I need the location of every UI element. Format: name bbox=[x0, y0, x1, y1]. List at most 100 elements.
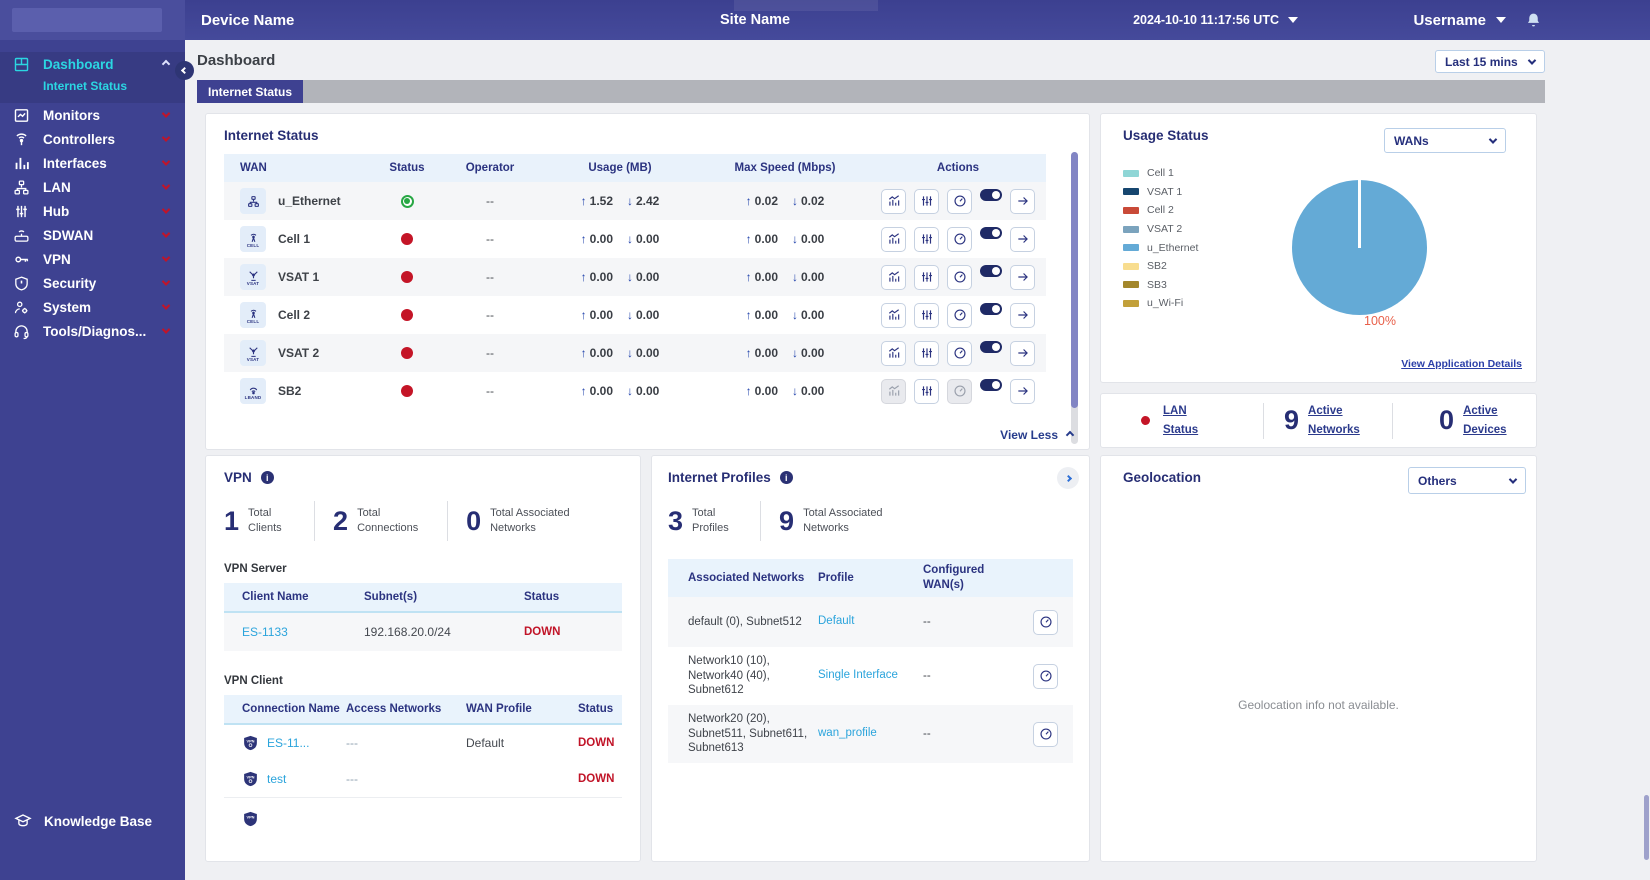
timestamp-dropdown[interactable]: 2024-10-10 11:17:56 UTC bbox=[1133, 0, 1298, 40]
chevron-down-icon bbox=[161, 229, 171, 238]
usage-chart-button[interactable] bbox=[881, 302, 906, 328]
usage-chart-button[interactable] bbox=[881, 226, 906, 252]
info-icon[interactable] bbox=[779, 471, 793, 484]
speedtest-button[interactable] bbox=[947, 302, 972, 328]
sidebar-item-vpn[interactable]: VPN bbox=[0, 247, 185, 271]
sidebar-item-security[interactable]: Security bbox=[0, 271, 185, 295]
enable-toggle[interactable] bbox=[980, 378, 1002, 391]
wan-name: u_Ethernet bbox=[278, 194, 341, 208]
speedtest-button[interactable] bbox=[947, 226, 972, 252]
page-scrollbar-thumb[interactable] bbox=[1644, 795, 1649, 860]
configure-button[interactable] bbox=[914, 188, 939, 214]
sidebar-item-controllers[interactable]: Controllers bbox=[0, 127, 185, 151]
view-less-button[interactable]: View Less bbox=[1000, 428, 1075, 442]
configure-button[interactable] bbox=[914, 340, 939, 366]
active-devices-link[interactable]: Active Devices bbox=[1463, 402, 1521, 439]
view-application-details-link[interactable]: View Application Details bbox=[1401, 358, 1522, 370]
configure-button[interactable] bbox=[914, 302, 939, 328]
sidebar-item-interfaces[interactable]: Interfaces bbox=[0, 151, 185, 175]
vsat-icon: VSAT bbox=[240, 340, 266, 366]
sidebar-item-dashboard[interactable]: Dashboard bbox=[0, 52, 185, 76]
stat-count: 1 bbox=[224, 505, 240, 536]
chart-icon bbox=[888, 347, 899, 358]
details-arrow-button[interactable] bbox=[1010, 226, 1035, 252]
subnets-value: 192.168.20.0/24 bbox=[364, 625, 451, 639]
speedtest-button[interactable] bbox=[947, 264, 972, 290]
speedtest-button[interactable] bbox=[1033, 663, 1058, 689]
enable-toggle[interactable] bbox=[980, 188, 1002, 201]
notifications-button[interactable] bbox=[1525, 0, 1542, 40]
tab-internet-status[interactable]: Internet Status bbox=[197, 80, 303, 103]
arrow-right-icon bbox=[1017, 235, 1028, 243]
sidebar-item-hub[interactable]: Hub bbox=[0, 199, 185, 223]
table-header-row: Connection Name Access Networks WAN Prof… bbox=[224, 695, 622, 725]
sidebar-item-lan[interactable]: LAN bbox=[0, 175, 185, 199]
sidebar-item-monitors[interactable]: Monitors bbox=[0, 103, 185, 127]
sidebar-item-internet-status[interactable]: Internet Status bbox=[0, 76, 185, 96]
panel-next-button[interactable] bbox=[1057, 467, 1079, 489]
configure-button[interactable] bbox=[914, 264, 939, 290]
status-indicator bbox=[401, 347, 413, 359]
time-range-select[interactable]: Last 15 mins bbox=[1435, 50, 1545, 73]
sidebar-item-tools-diagnostics[interactable]: Tools/Diagnos... bbox=[0, 319, 185, 343]
associated-networks-value: default (0), Subnet512 bbox=[688, 615, 802, 628]
enable-toggle[interactable] bbox=[980, 340, 1002, 353]
table-scrollbar[interactable] bbox=[1071, 152, 1078, 444]
sidebar: Dashboard Internet Status Monitors Contr… bbox=[0, 0, 185, 880]
chart-icon bbox=[888, 195, 899, 206]
lan-icon bbox=[14, 179, 29, 195]
chevron-down-icon bbox=[161, 205, 171, 214]
usage-filter-select[interactable]: WANs bbox=[1384, 128, 1506, 153]
connection-name-link[interactable]: test bbox=[267, 772, 286, 786]
profile-link[interactable]: wan_profile bbox=[818, 727, 877, 739]
enable-toggle[interactable] bbox=[980, 302, 1002, 315]
details-arrow-button[interactable] bbox=[1010, 378, 1035, 404]
speedtest-button[interactable] bbox=[947, 340, 972, 366]
active-networks-link[interactable]: Active Networks bbox=[1308, 402, 1374, 439]
divider bbox=[314, 501, 316, 541]
site-name: Site Name bbox=[720, 12, 791, 28]
sliders-icon bbox=[921, 386, 932, 396]
associated-networks-value: Network10 (10), Network40 (40), Subnet61… bbox=[688, 654, 770, 697]
knowledge-base-link[interactable]: Knowledge Base bbox=[0, 812, 185, 830]
configure-button[interactable] bbox=[914, 378, 939, 404]
download-arrow-icon: ↓ bbox=[792, 194, 798, 208]
info-icon[interactable] bbox=[260, 471, 274, 484]
user-menu[interactable]: Username bbox=[1413, 0, 1506, 40]
profile-link[interactable]: Default bbox=[818, 615, 854, 627]
operator-value: -- bbox=[486, 194, 494, 208]
enable-toggle[interactable] bbox=[980, 226, 1002, 239]
details-arrow-button[interactable] bbox=[1010, 264, 1035, 290]
tab-strip: Internet Status bbox=[197, 80, 1545, 103]
speedtest-button[interactable] bbox=[1033, 721, 1058, 747]
legend-swatch bbox=[1123, 169, 1139, 177]
shield-icon bbox=[15, 275, 28, 291]
details-arrow-button[interactable] bbox=[1010, 188, 1035, 214]
usage-chart-button[interactable] bbox=[881, 188, 906, 214]
sidebar-collapse-button[interactable] bbox=[175, 61, 194, 80]
connection-name-link[interactable]: ES-11... bbox=[267, 736, 309, 750]
timestamp-text: 2024-10-10 11:17:56 UTC bbox=[1133, 13, 1279, 27]
table-row: Network10 (10), Network40 (40), Subnet61… bbox=[668, 647, 1073, 705]
usage-chart-button[interactable] bbox=[881, 264, 906, 290]
lan-status-link[interactable]: LAN Status bbox=[1163, 402, 1215, 439]
configured-wans-value: -- bbox=[923, 669, 931, 682]
sliders-icon bbox=[921, 196, 932, 206]
geolocation-panel: Geolocation Others Geolocation info not … bbox=[1100, 455, 1537, 862]
vpn-client-link[interactable]: ES-1133 bbox=[242, 625, 288, 639]
scrollbar-thumb[interactable] bbox=[1071, 152, 1078, 408]
gauge-icon bbox=[953, 309, 966, 321]
details-arrow-button[interactable] bbox=[1010, 340, 1035, 366]
legend-swatch bbox=[1123, 299, 1139, 307]
usage-chart-button[interactable] bbox=[881, 340, 906, 366]
profile-link[interactable]: Single Interface bbox=[818, 669, 898, 681]
sidebar-item-system[interactable]: System bbox=[0, 295, 185, 319]
speedtest-button[interactable] bbox=[947, 188, 972, 214]
configure-button[interactable] bbox=[914, 226, 939, 252]
legend-item: u_Wi-Fi bbox=[1123, 294, 1198, 313]
geolocation-filter-select[interactable]: Others bbox=[1408, 467, 1526, 494]
enable-toggle[interactable] bbox=[980, 264, 1002, 277]
sidebar-item-sdwan[interactable]: SDWAN bbox=[0, 223, 185, 247]
details-arrow-button[interactable] bbox=[1010, 302, 1035, 328]
speedtest-button[interactable] bbox=[1033, 609, 1058, 635]
